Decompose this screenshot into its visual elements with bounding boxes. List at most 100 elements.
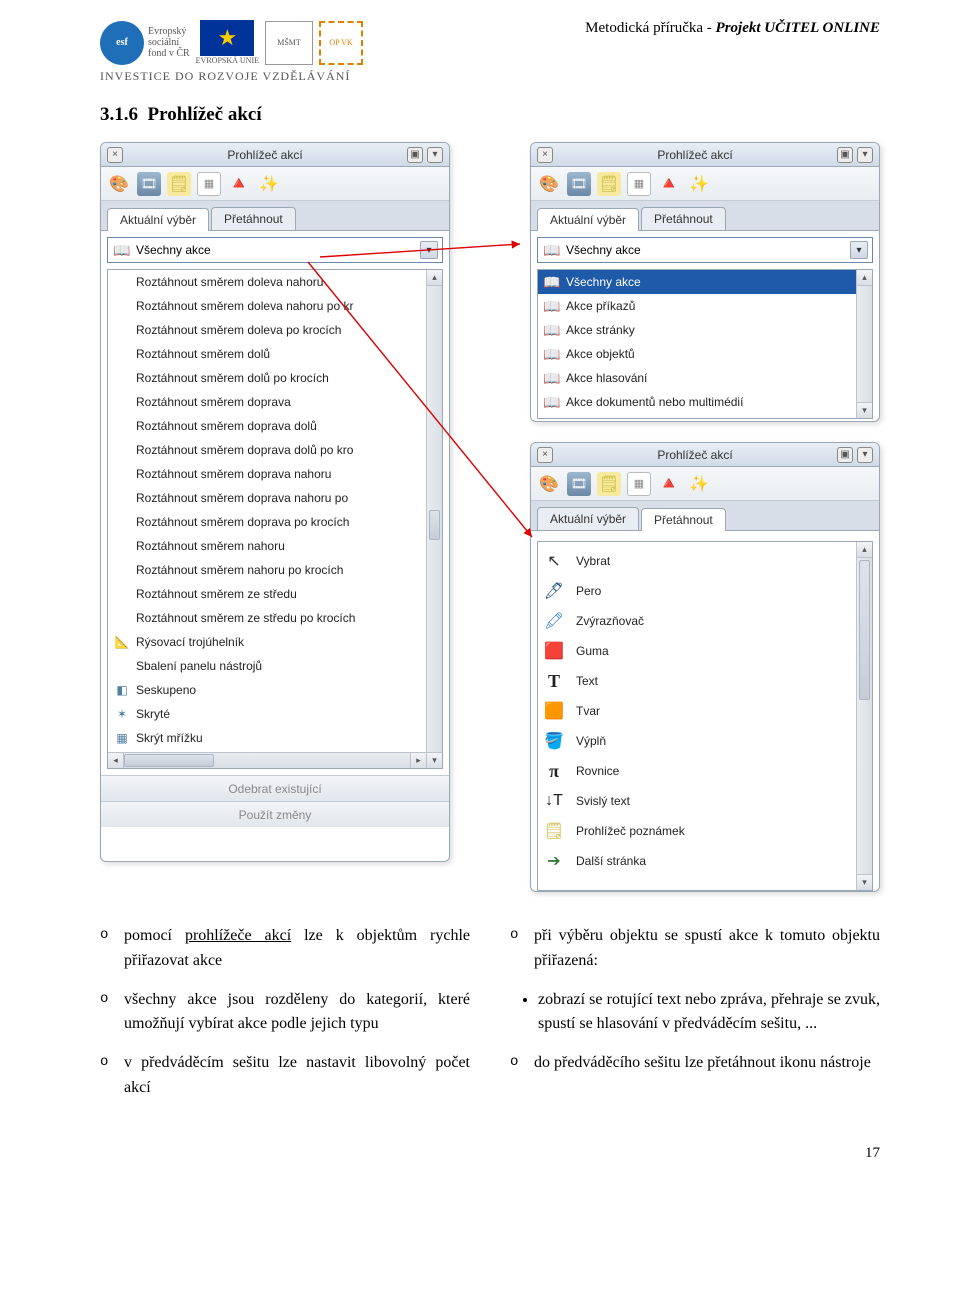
list-item[interactable]: ◧Seskupeno — [108, 678, 426, 702]
list-item[interactable]: Roztáhnout směrem doleva nahoru po kr — [108, 294, 426, 318]
list-item[interactable]: πRovnice — [538, 756, 856, 786]
list-item[interactable]: 📖Akce dokumentů nebo multimédií — [538, 390, 856, 414]
list-item[interactable]: 🗒Prohlížeč poznámek — [538, 816, 856, 846]
bullet-item: v předváděcím sešitu lze nastavit libovo… — [100, 1051, 470, 1101]
list-item[interactable]: Roztáhnout směrem doprava nahoru po — [108, 486, 426, 510]
tab-drag[interactable]: Přetáhnout — [641, 207, 726, 230]
list-item[interactable]: Roztáhnout směrem doprava po krocích — [108, 510, 426, 534]
apply-changes-button[interactable]: Použít změny — [101, 801, 449, 827]
list-item[interactable]: Roztáhnout směrem ze středu — [108, 582, 426, 606]
tab-current-selection[interactable]: Aktuální výběr — [107, 208, 209, 231]
list-item[interactable]: 🟧Tvar — [538, 696, 856, 726]
scroll-thumb[interactable] — [859, 560, 870, 700]
scrollbar-horizontal[interactable]: ◂ ▸ — [108, 752, 426, 768]
grid-icon[interactable]: ▦ — [627, 472, 651, 496]
sticky-note-icon[interactable]: 🗒 — [597, 172, 621, 196]
scroll-down-icon[interactable]: ▾ — [857, 874, 872, 890]
actions-list[interactable]: Roztáhnout směrem doleva nahoruRoztáhnou… — [107, 269, 443, 769]
folder-icon: 📖 — [542, 298, 562, 315]
scroll-thumb-h[interactable] — [124, 754, 214, 767]
close-icon[interactable]: × — [537, 147, 553, 163]
close-icon[interactable]: × — [537, 447, 553, 463]
scroll-down-icon[interactable]: ▾ — [857, 402, 872, 418]
list-item-label: Rýsovací trojúhelník — [136, 635, 244, 649]
list-item[interactable]: ↓TSvislý text — [538, 786, 856, 816]
scroll-up-icon[interactable]: ▴ — [427, 270, 442, 286]
list-item[interactable]: Roztáhnout směrem doprava dolů — [108, 414, 426, 438]
list-item[interactable]: 🖍Zvýrazňovač — [538, 606, 856, 636]
scrollbar-vertical[interactable]: ▴ ▾ — [856, 542, 872, 890]
tab-current-selection[interactable]: Aktuální výběr — [537, 208, 639, 231]
palette-icon[interactable]: 🎨 — [107, 172, 131, 196]
close-icon[interactable]: × — [107, 147, 123, 163]
wand-icon[interactable]: ✨ — [687, 172, 711, 196]
list-item[interactable]: ↖Vybrat — [538, 546, 856, 576]
pin-icon[interactable]: ▣ — [407, 147, 423, 163]
film-icon[interactable]: 🎞 — [137, 172, 161, 196]
list-item[interactable]: Roztáhnout směrem doprava — [108, 390, 426, 414]
pin-icon[interactable]: ▣ — [837, 447, 853, 463]
scroll-down-icon[interactable]: ▾ — [427, 752, 442, 768]
tab-current-selection[interactable]: Aktuální výběr — [537, 507, 639, 530]
list-item[interactable]: Roztáhnout směrem doprava dolů po kro — [108, 438, 426, 462]
list-item[interactable]: Roztáhnout směrem dolů po krocích — [108, 366, 426, 390]
screenshots-area: × Prohlížeč akcí ▣ ▾ 🎨 🎞 🗒 ▦ 🔺 ✨ Aktuáln… — [100, 142, 880, 902]
list-item[interactable]: Roztáhnout směrem ze středu po krocích — [108, 606, 426, 630]
scrollbar-vertical[interactable]: ▴ ▾ — [426, 270, 442, 768]
scrollbar-vertical[interactable]: ▴ ▾ — [856, 270, 872, 418]
palette-icon[interactable]: 🎨 — [537, 172, 561, 196]
list-item[interactable]: 📖Akce stránky — [538, 318, 856, 342]
list-item[interactable]: 🪣Výplň — [538, 726, 856, 756]
menu-icon[interactable]: ▾ — [857, 147, 873, 163]
scroll-left-icon[interactable]: ◂ — [108, 753, 124, 768]
list-item[interactable]: ➔Další stránka — [538, 846, 856, 876]
list-item[interactable]: 📖Akce hlasování — [538, 366, 856, 390]
category-dropdown[interactable]: 📖 Všechny akce ▾ — [107, 237, 443, 263]
sticky-note-icon[interactable]: 🗒 — [597, 472, 621, 496]
chevron-down-icon[interactable]: ▾ — [850, 241, 868, 259]
scroll-thumb[interactable] — [429, 510, 440, 540]
category-dropdown[interactable]: 📖 Všechny akce ▾ — [537, 237, 873, 263]
list-item[interactable]: 🖊Pero — [538, 576, 856, 606]
pin-icon[interactable]: ▣ — [837, 147, 853, 163]
list-item[interactable]: 🟥Guma — [538, 636, 856, 666]
wand-icon[interactable]: ✨ — [257, 172, 281, 196]
list-item[interactable]: ✶Skryté — [108, 702, 426, 726]
list-item[interactable]: 📖Akce objektů — [538, 342, 856, 366]
grid-icon[interactable]: ▦ — [627, 172, 651, 196]
remove-existing-button[interactable]: Odebrat existující — [101, 775, 449, 801]
bullet-item: do předváděcího sešitu lze přetáhnout ik… — [510, 1051, 880, 1076]
list-item[interactable]: Sbalení panelu nástrojů — [108, 654, 426, 678]
category-list[interactable]: 📖Všechny akce📖Akce příkazů📖Akce stránky📖… — [537, 269, 873, 419]
chevron-down-icon[interactable]: ▾ — [420, 241, 438, 259]
list-item[interactable]: Roztáhnout směrem nahoru — [108, 534, 426, 558]
grid-icon[interactable]: ▦ — [197, 172, 221, 196]
menu-icon[interactable]: ▾ — [427, 147, 443, 163]
film-icon[interactable]: 🎞 — [567, 472, 591, 496]
sticky-note-icon[interactable]: 🗒 — [167, 172, 191, 196]
list-item[interactable]: 📖Všechny akce — [538, 270, 856, 294]
list-item[interactable]: Roztáhnout směrem nahoru po krocích — [108, 558, 426, 582]
list-item[interactable]: Roztáhnout směrem doleva po krocích — [108, 318, 426, 342]
tab-drag[interactable]: Přetáhnout — [211, 207, 296, 230]
film-icon[interactable]: 🎞 — [567, 172, 591, 196]
list-item[interactable]: 📖Akce příkazů — [538, 294, 856, 318]
list-item[interactable]: TText — [538, 666, 856, 696]
scroll-right-icon[interactable]: ▸ — [410, 753, 426, 768]
list-item[interactable]: Roztáhnout směrem doprava nahoru — [108, 462, 426, 486]
list-item[interactable]: ▦Skrýt mřížku — [108, 726, 426, 750]
tools-list[interactable]: ↖Vybrat🖊Pero🖍Zvýrazňovač🟥GumaTText🟧Tvar🪣… — [537, 541, 873, 891]
spinning-top-icon[interactable]: 🔺 — [657, 172, 681, 196]
list-item[interactable]: Roztáhnout směrem dolů — [108, 342, 426, 366]
list-item[interactable]: 📐Rýsovací trojúhelník — [108, 630, 426, 654]
menu-icon[interactable]: ▾ — [857, 447, 873, 463]
palette-icon[interactable]: 🎨 — [537, 472, 561, 496]
spinning-top-icon[interactable]: 🔺 — [227, 172, 251, 196]
list-item[interactable]: Roztáhnout směrem doleva nahoru — [108, 270, 426, 294]
wand-icon[interactable]: ✨ — [687, 472, 711, 496]
dropdown-value: Všechny akce — [562, 243, 850, 257]
tab-drag[interactable]: Přetáhnout — [641, 508, 726, 531]
spinning-top-icon[interactable]: 🔺 — [657, 472, 681, 496]
scroll-up-icon[interactable]: ▴ — [857, 542, 872, 558]
scroll-up-icon[interactable]: ▴ — [857, 270, 872, 286]
